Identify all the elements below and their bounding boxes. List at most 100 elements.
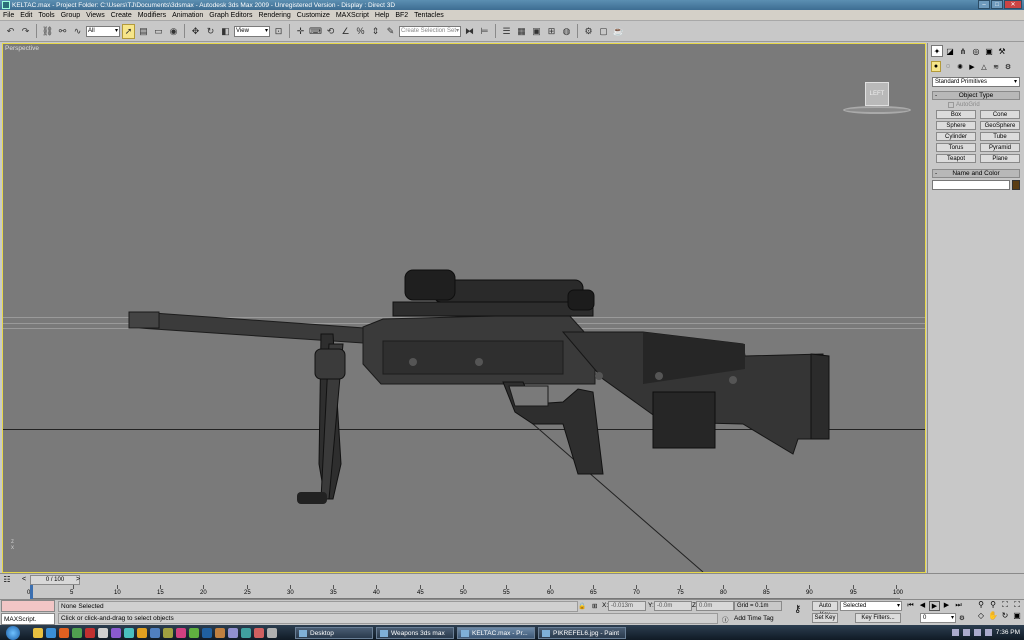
go-to-end-icon[interactable]: ⏭ [953,601,964,611]
create-tab-icon[interactable]: ✦ [931,45,943,57]
time-slider-prev-icon[interactable]: < [22,576,26,583]
rendered-frame-window-icon[interactable]: ▢ [597,24,610,39]
hierarchy-tab-icon[interactable]: ⋔ [957,45,969,57]
quick-launch-icon[interactable] [189,627,199,638]
perspective-viewport[interactable]: Perspective LEFT z x [2,43,926,573]
menu-group[interactable]: Group [58,12,83,19]
geosphere-button[interactable]: GeoSphere [980,121,1020,130]
maximize-viewport-icon[interactable]: ▣ [1011,611,1023,622]
primitive-type-dropdown[interactable]: Standard Primitives [932,77,1020,87]
cone-button[interactable]: Cone [980,110,1020,119]
menu-customize[interactable]: Customize [294,12,333,19]
quick-launch-icon[interactable] [254,627,264,638]
pivot-center-icon[interactable]: ⊡ [272,24,285,39]
tube-button[interactable]: Tube [980,132,1020,141]
window-crossing-icon[interactable]: ◉ [167,24,180,39]
previous-frame-icon[interactable]: ◀ [917,601,928,611]
keyboard-shortcut-override-icon[interactable]: ⌨ [309,24,322,39]
snaps-toggle-icon[interactable]: ⟲ [324,24,337,39]
field-of-view-icon[interactable]: ◇ [975,611,987,622]
systems-icon[interactable]: ⚙ [1003,61,1013,72]
close-button[interactable]: ✕ [1004,0,1022,9]
selection-filter-dropdown[interactable]: All [86,25,120,37]
zoom-extents-all-icon[interactable]: ⛶ [1011,600,1023,611]
volume-icon[interactable] [962,629,970,636]
menu-file[interactable]: File [0,12,17,19]
zoom-all-icon[interactable]: ⚲ [987,600,999,611]
pan-view-icon[interactable]: ✋ [987,611,999,622]
quick-launch-icon[interactable] [215,627,225,638]
quick-launch-icon[interactable] [137,627,147,638]
task-paint[interactable]: PIKREFEL6.jpg - Paint [538,626,626,639]
menu-tools[interactable]: Tools [35,12,57,19]
pyramid-button[interactable]: Pyramid [980,143,1020,152]
reference-coordinate-dropdown[interactable]: View [234,25,270,37]
mirror-icon[interactable]: ⧓ [463,24,476,39]
add-time-tag-button[interactable]: Add Time Tag [734,613,774,624]
select-and-move-icon[interactable]: ✥ [189,24,202,39]
current-frame-marker[interactable] [30,585,33,599]
quick-launch-icon[interactable] [267,627,277,638]
select-by-name-icon[interactable]: ▤ [137,24,150,39]
auto-key-button[interactable]: Auto Key [812,601,838,618]
cameras-icon[interactable]: ▶ [967,61,977,72]
quick-launch-icon[interactable] [202,627,212,638]
key-filters-button[interactable]: Key Filters... [855,613,901,623]
set-key-button[interactable]: Set Key [812,613,838,623]
select-and-link-icon[interactable]: ⛓ [41,24,54,39]
menu-modifiers[interactable]: Modifiers [135,12,169,19]
modify-tab-icon[interactable]: ◪ [944,45,956,57]
next-frame-icon[interactable]: ▶ [941,601,952,611]
display-tab-icon[interactable]: ▣ [983,45,995,57]
time-configuration-icon[interactable]: ⚙ [959,614,965,622]
select-and-scale-icon[interactable]: ◧ [219,24,232,39]
align-icon[interactable]: ⊨ [478,24,491,39]
start-button[interactable] [6,625,20,640]
quick-launch-icon[interactable] [98,627,108,638]
current-frame-field[interactable]: 0 [920,613,956,623]
object-type-rollout[interactable]: Object Type [932,91,1020,100]
layer-manager-icon[interactable]: ☰ [500,24,513,39]
menu-views[interactable]: Views [83,12,108,19]
quick-launch-icon[interactable] [241,627,251,638]
lights-icon[interactable]: ✺ [955,61,965,72]
percent-snap-icon[interactable]: % [354,24,367,39]
named-selection-sets-dropdown[interactable]: Create Selection Set [399,25,461,37]
task-desktop[interactable]: Desktop [295,626,373,639]
time-slider[interactable]: 0 / 100 [30,574,80,585]
curve-editor-icon[interactable]: ▣ [530,24,543,39]
quick-launch-icon[interactable] [150,627,160,638]
sphere-button[interactable]: Sphere [936,121,976,130]
geometry-icon[interactable]: ● [931,61,941,72]
task-weapons-folder[interactable]: Weapons 3ds max [376,626,454,639]
schematic-view-icon[interactable]: ⊞ [545,24,558,39]
space-warps-icon[interactable]: ≋ [991,61,1001,72]
set-key-icon[interactable]: ⚷ [794,604,801,615]
go-to-start-icon[interactable]: ⏮ [905,601,916,611]
mini-curve-editor-icon[interactable]: ☷ [0,575,14,584]
menu-rendering[interactable]: Rendering [255,12,293,19]
task-3dsmax[interactable]: KELTAC.max - Pr... [457,626,535,639]
zoom-extents-icon[interactable]: ⛶ [999,600,1011,611]
torus-button[interactable]: Torus [936,143,976,152]
menu-graph-editors[interactable]: Graph Editors [206,12,255,19]
time-slider-next-icon[interactable]: > [76,576,80,583]
box-button[interactable]: Box [936,110,976,119]
frame-ruler[interactable]: 0 5 10 15 20 25 30 35 40 45 50 55 60 65 70 75 80 85 90 95 10… [27,585,903,599]
unlink-icon[interactable]: ⚯ [56,24,69,39]
menu-edit[interactable]: Edit [17,12,35,19]
select-object-icon[interactable]: ➚ [122,23,135,39]
quick-launch-icon[interactable] [72,627,82,638]
render-setup-icon[interactable]: ⚙ [582,24,595,39]
teapot-button[interactable]: Teapot [936,154,976,163]
render-production-icon[interactable]: ☕ [612,24,625,39]
motion-tab-icon[interactable]: ◎ [970,45,982,57]
quick-launch-icon[interactable] [124,627,134,638]
plane-button[interactable]: Plane [980,154,1020,163]
lock-selection-icon[interactable]: 🔒 [578,602,586,610]
spinner-snap-icon[interactable]: ⇕ [369,24,382,39]
menu-help[interactable]: Help [372,12,392,19]
clock[interactable]: 7:36 PM [996,629,1020,636]
shapes-icon[interactable]: ◌ [943,61,953,72]
rifle-model[interactable] [3,44,926,573]
